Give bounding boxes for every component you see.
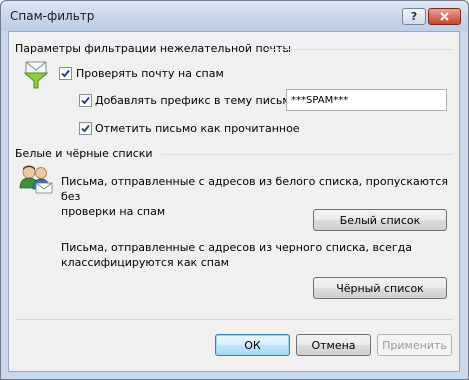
black-list-button[interactable]: Чёрный список bbox=[313, 277, 447, 299]
funnel-envelope-icon bbox=[23, 60, 49, 93]
lists-section-title: Белые и чёрные списки bbox=[15, 147, 153, 160]
add-prefix-checkbox[interactable] bbox=[79, 94, 92, 107]
title-bar[interactable]: Спам-фильтр ? bbox=[1, 1, 468, 31]
spam-filter-dialog: Спам-фильтр ? Параметры фильтрации нежел… bbox=[0, 0, 469, 380]
lists-section-divider bbox=[161, 154, 453, 155]
check-spam-label[interactable]: Проверять почту на спам bbox=[76, 67, 224, 80]
white-list-button[interactable]: Белый список bbox=[313, 209, 447, 231]
window-title: Спам-фильтр bbox=[10, 9, 95, 23]
white-list-description-line1: Письма, отправленные с адресов из белого… bbox=[61, 175, 449, 203]
mark-read-checkbox[interactable] bbox=[79, 122, 92, 135]
add-prefix-label[interactable]: Добавлять префикс в тему письма bbox=[95, 94, 297, 107]
cancel-button[interactable]: Отмена bbox=[296, 334, 371, 356]
mark-read-label[interactable]: Отметить письмо как прочитанное bbox=[95, 122, 300, 135]
help-button[interactable]: ? bbox=[402, 8, 426, 25]
close-button[interactable] bbox=[428, 8, 461, 25]
close-icon bbox=[440, 12, 449, 21]
ok-button[interactable]: ОК bbox=[215, 334, 290, 356]
filter-section-divider bbox=[267, 49, 453, 50]
prefix-input[interactable] bbox=[286, 89, 447, 111]
apply-button[interactable]: Применить bbox=[377, 334, 452, 356]
check-spam-checkbox[interactable] bbox=[59, 67, 72, 80]
black-list-description: Письма, отправленные с адресов из черног… bbox=[61, 240, 412, 270]
filter-section-title: Параметры фильтрации нежелательной почты bbox=[15, 42, 292, 55]
footer-divider bbox=[15, 319, 453, 320]
dialog-body: Параметры фильтрации нежелательной почты… bbox=[8, 31, 460, 372]
users-envelope-icon bbox=[19, 164, 53, 197]
black-list-description-line2: классифицируются как спам bbox=[61, 256, 229, 269]
black-list-description-line1: Письма, отправленные с адресов из черног… bbox=[61, 241, 412, 254]
